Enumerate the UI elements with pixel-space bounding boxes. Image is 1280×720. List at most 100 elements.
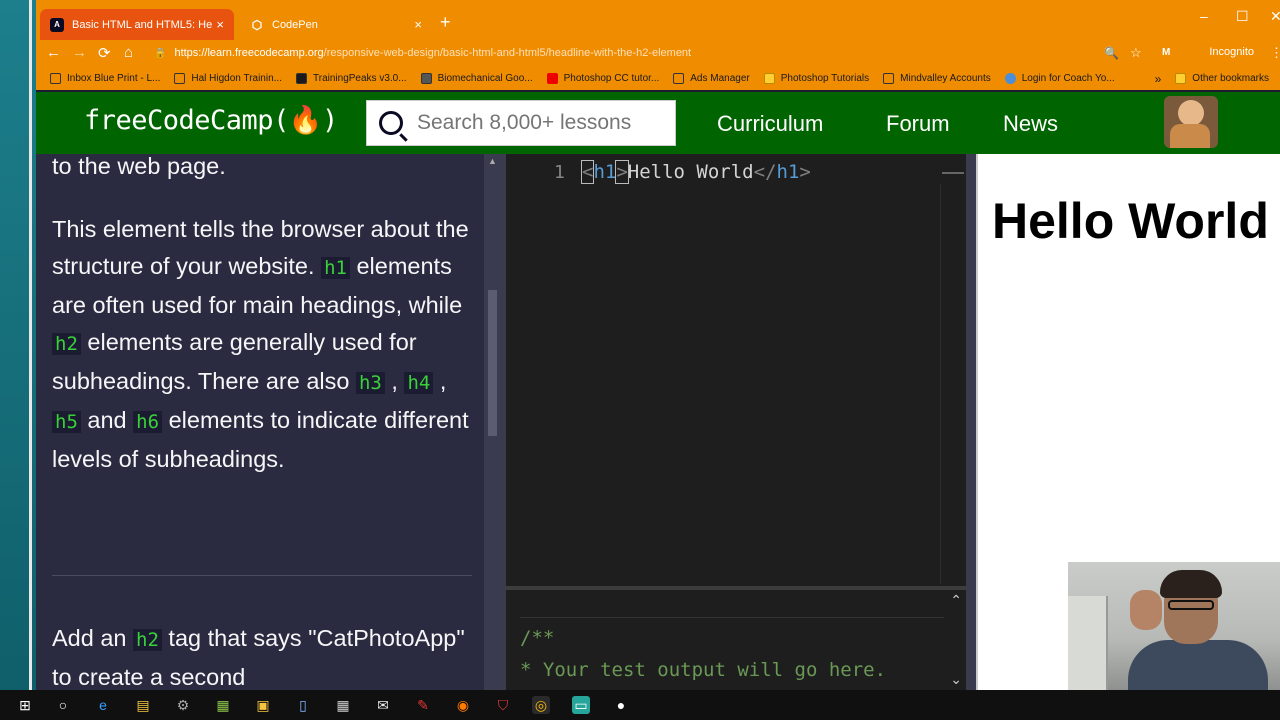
bookmarks-overflow-button[interactable]: » [1155,72,1162,86]
bookmark-item[interactable]: TrainingPeaks v3.0... [296,73,407,84]
bookmark-label: Photoshop CC tutor... [563,73,660,84]
close-tab-icon[interactable]: × [216,17,224,32]
pane-divider[interactable] [966,154,976,690]
freecodecamp-favicon-icon: A [50,17,64,32]
bookmarks-bar: Inbox Blue Print - L... Hal Higdon Train… [36,67,1280,90]
presenter-glasses [1168,600,1214,610]
chevron-up-icon[interactable]: ⌃ [950,592,962,609]
paragraph: to the web page. [52,154,226,179]
instructions-scrollbar[interactable]: ▲ [484,154,506,690]
chrome-icon[interactable]: ◎ [532,696,550,714]
firefox-icon[interactable]: ◉ [454,696,472,714]
webcam-overlay [1068,562,1280,690]
tab-title: Basic HTML and HTML5: Headlin [72,18,213,31]
site-icon [1004,73,1016,84]
tag-name: h1 [593,161,617,183]
page-icon [883,73,895,84]
search-box[interactable] [366,100,676,146]
other-bookmarks[interactable]: Other bookmarks [1175,73,1269,84]
mail-icon[interactable]: ✉ [374,696,392,714]
bookmark-item[interactable]: Login for Coach Yo... [1004,73,1115,84]
forward-button[interactable]: → [72,44,87,61]
text: Add an [52,625,134,651]
bookmark-item[interactable]: Inbox Blue Print - L... [50,73,160,84]
zoom-icon[interactable]: 🔍 [1104,46,1119,60]
site-icon [420,73,432,84]
bookmark-item[interactable]: Photoshop CC tutor... [546,73,660,84]
windows-taskbar: ⊞ ○ e ▤ ⚙ ▦ ▣ ▯ ▦ ✉ ✎ ◉ ⛉ ◎ ▭ ● [0,690,1280,720]
address-bar[interactable]: 🔒 https://learn.freecodecamp.org /respon… [154,41,1174,65]
output-header [520,590,944,618]
chevron-down-icon[interactable]: ⌄ [950,671,962,688]
background-shelf [1068,596,1108,690]
avatar[interactable] [1164,96,1218,148]
bookmark-label: Login for Coach Yo... [1021,73,1115,84]
close-window-button[interactable]: ✕ [1270,8,1280,25]
menu-icon[interactable]: ⋮ [1270,45,1280,61]
freecodecamp-logo[interactable]: freeCodeCamp(🔥) [84,104,338,136]
bookmark-label: Photoshop Tutorials [780,73,870,84]
code-editor[interactable]: 1 <h1>Hello World</h1> [506,154,966,587]
settings-icon[interactable]: ⚙ [174,696,192,714]
incognito-label: Incognito [1209,46,1254,58]
extension-m-icon[interactable]: M [1162,47,1170,58]
adobe-icon [546,73,558,84]
browser-tab-bar: A Basic HTML and HTML5: Headlin × ⬡ Code… [36,0,1280,40]
store-icon[interactable]: ▦ [214,696,232,714]
new-tab-button[interactable]: + [440,12,451,33]
page-icon [673,73,685,84]
presenter-body [1128,640,1268,690]
app-icon[interactable]: ▭ [572,696,590,714]
browser-toolbar: ← → ⟳ ⌂ 🔒 https://learn.freecodecamp.org… [36,40,1280,67]
codepen-favicon-icon: ⬡ [251,17,263,32]
nav-news[interactable]: News [1003,111,1058,137]
nav-forum[interactable]: Forum [886,111,950,137]
bookmark-item[interactable]: Biomechanical Goo... [420,73,533,84]
code-line[interactable]: <h1>Hello World</h1> [580,160,811,184]
reload-button[interactable]: ⟳ [98,44,111,62]
inline-code: h2 [52,333,81,355]
bookmark-item[interactable]: Ads Manager [673,73,750,84]
text: , [433,368,447,394]
mcafee-icon[interactable]: ⛉ [494,696,512,714]
search-icon[interactable]: ○ [54,696,72,714]
section-divider [52,575,472,576]
home-button[interactable]: ⌂ [124,44,133,61]
bookmark-item[interactable]: Photoshop Tutorials [763,73,870,84]
inline-code: h1 [321,257,350,279]
calculator-icon[interactable]: ▦ [334,696,352,714]
star-icon[interactable]: ☆ [1130,45,1142,61]
bracket: > [799,161,811,183]
editor-ruler [940,184,941,584]
scroll-up-icon[interactable]: ▲ [488,156,497,166]
windows-start-icon[interactable]: ⊞ [16,696,34,714]
tab-codepen[interactable]: ⬡ CodePen × [240,9,432,40]
back-button[interactable]: ← [46,44,61,61]
edge-icon[interactable]: e [94,696,112,714]
folder-icon [763,73,775,84]
minimize-button[interactable]: – [1200,8,1208,24]
close-tab-icon[interactable]: × [414,17,422,32]
text: , [384,368,405,394]
maximize-button[interactable]: ☐ [1236,8,1249,25]
file-explorer-icon[interactable]: ▤ [134,696,152,714]
app-icon[interactable]: ✎ [414,696,432,714]
minimap[interactable] [942,172,964,174]
search-input[interactable] [417,111,667,135]
tab-freecodecamp[interactable]: A Basic HTML and HTML5: Headlin × [40,9,234,40]
scrollbar-thumb[interactable] [488,290,497,436]
presenter-hair [1160,570,1222,598]
inline-code: h3 [355,372,385,394]
folder-icon[interactable]: ▣ [254,696,272,714]
bookmark-label: Ads Manager [690,73,750,84]
folder-icon [1175,73,1187,84]
output-line: /** [520,627,555,649]
app-icon[interactable]: ● [612,696,630,714]
paragraph: Add an h2 tag that says "CatPhotoApp" to… [52,620,470,690]
bookmark-label: Inbox Blue Print - L... [67,73,161,84]
bookmark-item[interactable]: Mindvalley Accounts [883,73,991,84]
bookmark-item[interactable]: Hal Higdon Trainin... [174,73,282,84]
document-icon[interactable]: ▯ [294,696,312,714]
output-text: /** * Your test output will go here. [520,622,886,686]
nav-curriculum[interactable]: Curriculum [717,111,823,137]
